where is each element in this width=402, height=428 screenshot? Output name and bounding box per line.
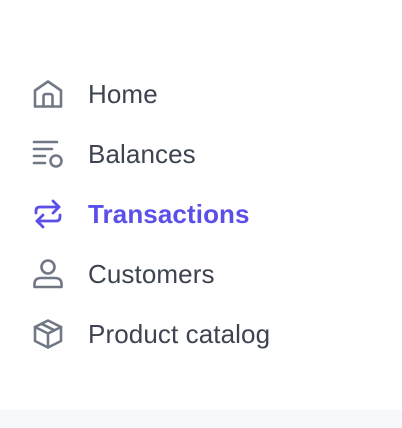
sidebar-item-product-catalog[interactable]: Product catalog (31, 304, 361, 364)
sidebar-item-label: Product catalog (88, 318, 271, 349)
home-icon (31, 77, 65, 111)
sidebar-item-label: Balances (88, 138, 196, 169)
person-icon (31, 257, 65, 291)
sidebar-item-transactions[interactable]: Transactions (31, 184, 361, 244)
sidebar-item-home[interactable]: Home (31, 64, 361, 124)
box-icon (31, 317, 65, 351)
sidebar-item-balances[interactable]: Balances (31, 124, 361, 184)
arrows-swap-icon (31, 197, 65, 231)
sidebar-item-customers[interactable]: Customers (31, 244, 361, 304)
sidebar-item-label: Customers (88, 258, 215, 289)
sidebar-item-label: Home (88, 78, 158, 109)
footer-band (0, 410, 402, 428)
balances-icon (31, 137, 65, 171)
sidebar-item-label: Transactions (88, 198, 250, 229)
sidebar-nav: Home Balances Transactions Customers Pro… (31, 64, 361, 364)
